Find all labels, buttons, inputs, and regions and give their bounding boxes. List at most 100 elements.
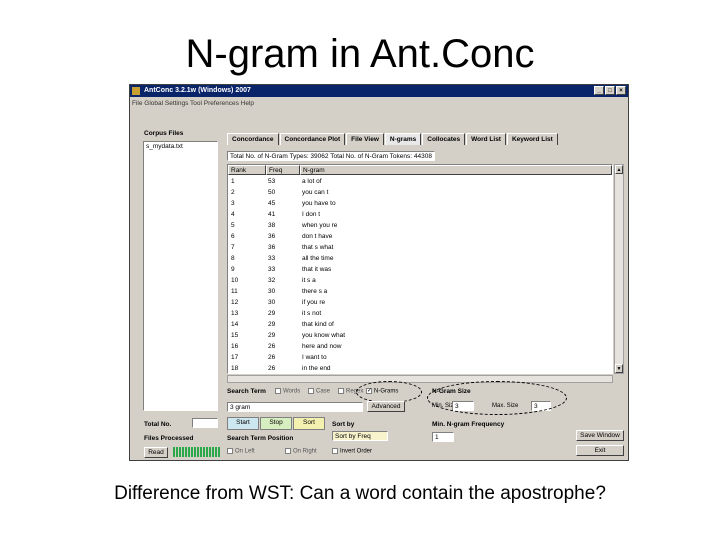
search-term-input[interactable]: 3 gram <box>227 402 363 412</box>
result-rank-cell[interactable]: 2 <box>231 188 265 197</box>
stop-button[interactable]: Stop <box>260 417 292 430</box>
tab-n-grams[interactable]: N-grams <box>384 133 422 145</box>
result-rank-cell[interactable]: 7 <box>231 243 265 252</box>
result-rank-cell[interactable]: 5 <box>231 221 265 230</box>
result-ngram-cell[interactable]: that s what <box>302 243 602 252</box>
result-freq-cell[interactable]: 50 <box>268 188 298 197</box>
tab-keyword-list[interactable]: Keyword List <box>506 133 558 145</box>
advanced-button[interactable]: Advanced <box>367 401 405 412</box>
result-rank-cell[interactable]: 1 <box>231 177 265 186</box>
tab-concordance[interactable]: Concordance <box>227 133 279 145</box>
corpus-file-list[interactable]: s_mydata.txt <box>143 141 218 411</box>
words-option[interactable]: Words <box>275 388 300 395</box>
result-rank-cell[interactable]: 13 <box>231 309 265 318</box>
min-ngram-frequency-label: Min. N-gram Frequency <box>432 421 505 428</box>
result-rank-cell[interactable]: 14 <box>231 320 265 329</box>
result-rank-cell[interactable]: 4 <box>231 210 265 219</box>
result-rank-cell[interactable]: 15 <box>231 331 265 340</box>
result-freq-cell[interactable]: 29 <box>268 331 298 340</box>
result-rank-cell[interactable]: 3 <box>231 199 265 208</box>
on-right-option[interactable]: On Right <box>285 448 317 455</box>
result-freq-cell[interactable]: 29 <box>268 320 298 329</box>
scroll-up-arrow-icon[interactable]: ▲ <box>615 165 623 174</box>
app-icon <box>132 87 140 95</box>
invert-order-checkbox[interactable] <box>332 448 338 454</box>
result-rank-cell[interactable]: 10 <box>231 276 265 285</box>
tab-concordance-plot[interactable]: Concordance Plot <box>279 133 346 145</box>
result-ngram-cell[interactable]: that kind of <box>302 320 602 329</box>
result-ngram-cell[interactable]: there s a <box>302 287 602 296</box>
result-ngram-cell[interactable]: all the time <box>302 254 602 263</box>
regex-checkbox[interactable] <box>338 388 344 394</box>
total-no-label: Total No. <box>144 421 172 428</box>
results-vertical-scrollbar[interactable]: ▲ ▼ <box>614 164 624 374</box>
result-rank-cell[interactable]: 9 <box>231 265 265 274</box>
start-button[interactable]: Start <box>227 417 259 430</box>
result-freq-cell[interactable]: 41 <box>268 210 298 219</box>
tab-word-list[interactable]: Word List <box>466 133 506 145</box>
result-rank-cell[interactable]: 17 <box>231 353 265 362</box>
on-left-option[interactable]: On Left <box>227 448 255 455</box>
close-button[interactable]: × <box>616 86 626 95</box>
result-ngram-cell[interactable]: a lot of <box>302 177 602 186</box>
result-ngram-cell[interactable]: I want to <box>302 353 602 362</box>
result-ngram-cell[interactable]: you can t <box>302 188 602 197</box>
result-freq-cell[interactable]: 30 <box>268 298 298 307</box>
result-freq-cell[interactable]: 45 <box>268 199 298 208</box>
scroll-down-arrow-icon[interactable]: ▼ <box>615 364 623 373</box>
column-header-rank[interactable]: Rank <box>228 165 266 175</box>
result-freq-cell[interactable]: 36 <box>268 232 298 241</box>
result-ngram-cell[interactable]: you have to <box>302 199 602 208</box>
result-rank-cell[interactable]: 6 <box>231 232 265 241</box>
tab-file-view[interactable]: File View <box>346 133 384 145</box>
result-ngram-cell[interactable]: here and now <box>302 342 602 351</box>
invert-order-option[interactable]: Invert Order <box>332 448 372 455</box>
result-freq-cell[interactable]: 32 <box>268 276 298 285</box>
result-freq-cell[interactable]: 33 <box>268 265 298 274</box>
result-freq-cell[interactable]: 26 <box>268 342 298 351</box>
on-left-checkbox[interactable] <box>227 448 233 454</box>
result-rank-cell[interactable]: 12 <box>231 298 265 307</box>
result-freq-cell[interactable]: 53 <box>268 177 298 186</box>
save-window-button[interactable]: Save Window <box>576 430 624 441</box>
minimize-button[interactable]: _ <box>594 86 604 95</box>
result-freq-cell[interactable]: 33 <box>268 254 298 263</box>
exit-button[interactable]: Exit <box>576 445 624 456</box>
result-ngram-cell[interactable]: it s not <box>302 309 602 318</box>
results-table[interactable]: Rank Freq N-gram 1 53 a lot of 2 50 you can t… <box>227 164 613 374</box>
ngram-stats: Total No. of N-Gram Types: 39062 Total N… <box>227 151 435 161</box>
result-rank-cell[interactable]: 8 <box>231 254 265 263</box>
result-rank-cell[interactable]: 11 <box>231 287 265 296</box>
result-ngram-cell[interactable]: if you re <box>302 298 602 307</box>
result-ngram-cell[interactable]: in the end <box>302 364 602 373</box>
result-ngram-cell[interactable]: that it was <box>302 265 602 274</box>
result-ngram-cell[interactable]: when you re <box>302 221 602 230</box>
case-checkbox[interactable] <box>308 388 314 394</box>
menu-bar[interactable]: File Global Settings Tool Preferences He… <box>132 99 254 109</box>
result-rank-cell[interactable]: 18 <box>231 364 265 373</box>
words-checkbox[interactable] <box>275 388 281 394</box>
column-header-ngram[interactable]: N-gram <box>300 165 612 175</box>
sort-by-dropdown[interactable]: Sort by Freq <box>332 431 388 441</box>
read-button[interactable]: Read <box>144 447 168 458</box>
result-ngram-cell[interactable]: it s a <box>302 276 602 285</box>
corpus-file-item[interactable]: s_mydata.txt <box>144 142 217 151</box>
result-freq-cell[interactable]: 26 <box>268 353 298 362</box>
result-freq-cell[interactable]: 38 <box>268 221 298 230</box>
result-freq-cell[interactable]: 36 <box>268 243 298 252</box>
result-freq-cell[interactable]: 30 <box>268 287 298 296</box>
result-rank-cell[interactable]: 16 <box>231 342 265 351</box>
column-header-freq[interactable]: Freq <box>266 165 300 175</box>
maximize-button[interactable]: □ <box>605 86 615 95</box>
result-ngram-cell[interactable]: don t have <box>302 232 602 241</box>
sort-button[interactable]: Sort <box>293 417 325 430</box>
min-frequency-spinner[interactable]: 1 <box>432 432 454 442</box>
on-right-checkbox[interactable] <box>285 448 291 454</box>
results-horizontal-scrollbar[interactable] <box>227 375 613 383</box>
result-freq-cell[interactable]: 26 <box>268 364 298 373</box>
result-ngram-cell[interactable]: I don t <box>302 210 602 219</box>
result-freq-cell[interactable]: 29 <box>268 309 298 318</box>
tab-collocates[interactable]: Collocates <box>422 133 466 145</box>
result-ngram-cell[interactable]: you know what <box>302 331 602 340</box>
case-option[interactable]: Case <box>308 388 330 395</box>
